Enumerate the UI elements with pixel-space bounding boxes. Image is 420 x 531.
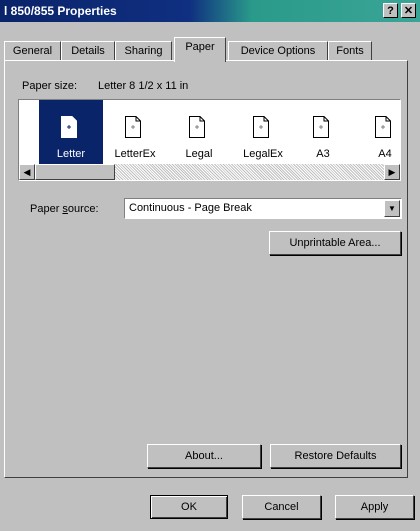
- paper-item-a4[interactable]: A4: [353, 100, 400, 164]
- paper-page-icon: [313, 116, 329, 138]
- tab-sharing[interactable]: Sharing: [115, 41, 172, 61]
- apply-button[interactable]: Apply: [335, 495, 414, 519]
- tab-fonts[interactable]: Fonts: [328, 41, 372, 61]
- paper-item-legalex[interactable]: LegalEx: [231, 100, 295, 164]
- paper-source-select[interactable]: Continuous - Page Break ▼: [124, 198, 402, 219]
- paper-page-icon: [253, 116, 269, 138]
- tab-paper[interactable]: Paper: [174, 37, 226, 62]
- window-title: l 850/855 Properties: [4, 4, 117, 18]
- paper-item-a3[interactable]: A3: [291, 100, 355, 164]
- paper-page-icon: [375, 116, 391, 138]
- restore-defaults-button[interactable]: Restore Defaults: [270, 444, 401, 468]
- paper-page-icon: [125, 116, 141, 138]
- paper-page-icon: [61, 116, 77, 138]
- chevron-down-icon[interactable]: ▼: [384, 200, 400, 217]
- tab-device-options[interactable]: Device Options: [228, 41, 328, 61]
- paper-item-letterex[interactable]: LetterEx: [103, 100, 167, 164]
- ok-button[interactable]: OK: [150, 495, 228, 519]
- scroll-thumb[interactable]: [35, 164, 115, 180]
- title-bar[interactable]: l 850/855 Properties ? ✕: [0, 0, 420, 22]
- close-button[interactable]: ✕: [401, 3, 416, 18]
- help-button[interactable]: ?: [383, 3, 398, 18]
- paper-source-label: Paper source:: [30, 203, 99, 215]
- horizontal-scrollbar[interactable]: ◀ ▶: [19, 164, 400, 180]
- unprintable-area-button[interactable]: Unprintable Area...: [269, 231, 401, 255]
- paper-size-value: Letter 8 1/2 x 11 in: [98, 80, 189, 92]
- tab-general[interactable]: General: [4, 41, 61, 61]
- scroll-left-icon[interactable]: ◀: [19, 164, 35, 180]
- close-icon: ✕: [403, 5, 414, 17]
- tab-details[interactable]: Details: [61, 41, 115, 61]
- paper-item-legal[interactable]: Legal: [167, 100, 231, 164]
- paper-item-letter[interactable]: Letter: [39, 100, 103, 164]
- paper-page-icon: [189, 116, 205, 138]
- paper-size-label: Paper size:: [22, 80, 78, 92]
- scroll-right-icon[interactable]: ▶: [384, 164, 400, 180]
- about-button[interactable]: About...: [147, 444, 261, 468]
- cancel-button[interactable]: Cancel: [242, 495, 321, 519]
- paper-size-list[interactable]: Letter LetterEx Legal LegalEx A3 A4 ◀ ▶: [18, 99, 401, 181]
